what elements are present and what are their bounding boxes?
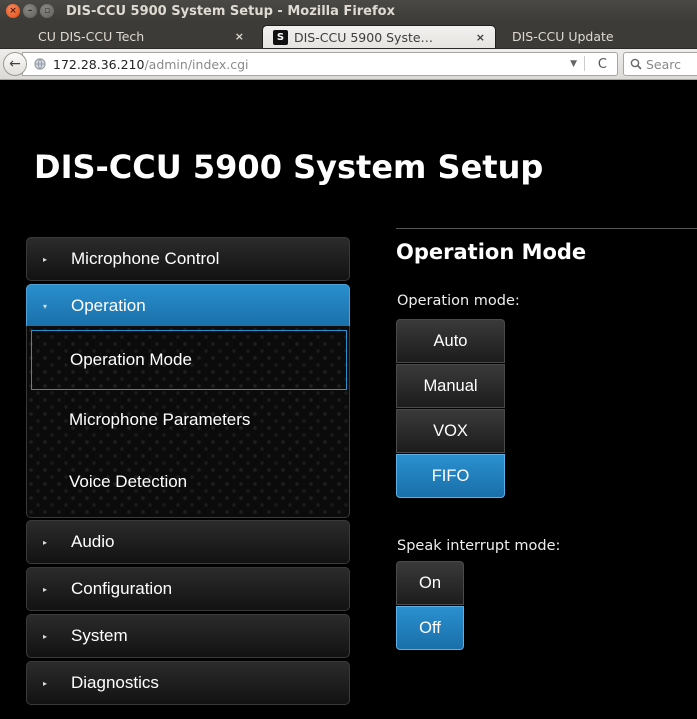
caret-right-icon: ▸ — [43, 678, 48, 688]
tab-close-icon[interactable]: × — [476, 31, 485, 44]
globe-icon — [33, 57, 47, 71]
section-divider — [396, 228, 697, 229]
sidebar-item-operation[interactable]: ▾ Operation — [26, 284, 350, 328]
window-minimize-button[interactable]: – — [23, 4, 37, 18]
back-button[interactable]: ← — [3, 52, 27, 76]
url-path: /admin/index.cgi — [144, 56, 249, 72]
sidebar-item-audio[interactable]: ▸ Audio — [26, 520, 350, 564]
page-content: DIS-CCU 5900 System Setup ▸ Microphone C… — [0, 80, 697, 719]
search-placeholder: Searc — [646, 56, 682, 72]
url-separator — [584, 56, 585, 71]
url-history-dropdown-icon[interactable]: ▼ — [570, 59, 577, 69]
url-host: 172.28.36.210 — [53, 56, 145, 72]
window-maximize-button[interactable]: ▫ — [40, 4, 54, 18]
tab-label: CU DIS-CCU Tech — [38, 29, 145, 44]
submenu-item-microphone-parameters[interactable]: Microphone Parameters — [31, 390, 347, 450]
sidebar-item-label: System — [71, 626, 128, 645]
tab-label: DIS-CCU Update — [512, 29, 614, 44]
submenu-item-label: Operation Mode — [70, 350, 192, 369]
operation-mode-label: Operation mode: — [397, 293, 520, 309]
section-title: Operation Mode — [396, 240, 587, 264]
operation-mode-auto-button[interactable]: Auto — [396, 319, 505, 363]
sidebar-item-system[interactable]: ▸ System — [26, 614, 350, 658]
caret-right-icon: ▸ — [43, 631, 48, 641]
caret-right-icon: ▸ — [43, 537, 48, 547]
speak-interrupt-off-button[interactable]: Off — [396, 606, 464, 650]
sidebar-item-label: Diagnostics — [71, 673, 159, 692]
url-bar[interactable]: 172.28.36.210 /admin/index.cgi ▼ C — [22, 52, 618, 76]
speak-interrupt-label: Speak interrupt mode: — [397, 538, 561, 554]
sidebar-item-label: Audio — [71, 532, 115, 551]
window-title: DIS-CCU 5900 System Setup - Mozilla Fire… — [66, 3, 395, 19]
sidebar-item-label: Configuration — [71, 579, 173, 598]
submenu-item-label: Microphone Parameters — [69, 410, 251, 429]
caret-right-icon: ▸ — [43, 584, 48, 594]
tab-label: DIS-CCU 5900 Syste… — [294, 29, 434, 45]
reload-icon[interactable]: C — [598, 57, 607, 72]
sidebar-item-microphone-control[interactable]: ▸ Microphone Control — [26, 237, 350, 281]
search-bar[interactable]: Searc — [623, 52, 697, 76]
caret-right-icon: ▸ — [43, 254, 48, 264]
window-controls: × – ▫ — [6, 4, 54, 18]
operation-submenu: Operation Mode Microphone Parameters Voi… — [26, 326, 350, 518]
submenu-item-voice-detection[interactable]: Voice Detection — [31, 452, 347, 512]
tab-strip: CU DIS-CCU Tech × S DIS-CCU 5900 Syste… … — [0, 22, 697, 49]
submenu-item-operation-mode[interactable]: Operation Mode — [31, 330, 347, 390]
operation-mode-vox-button[interactable]: VOX — [396, 409, 505, 453]
sidebar-item-label: Operation — [71, 296, 146, 315]
window-close-button[interactable]: × — [6, 4, 20, 18]
search-icon — [630, 58, 642, 70]
submenu-item-label: Voice Detection — [69, 472, 188, 491]
caret-down-icon: ▾ — [43, 301, 48, 311]
operation-mode-fifo-button[interactable]: FIFO — [396, 454, 505, 498]
site-favicon-icon: S — [273, 29, 288, 45]
sidebar-item-diagnostics[interactable]: ▸ Diagnostics — [26, 661, 350, 705]
page-title: DIS-CCU 5900 System Setup — [34, 148, 544, 186]
tab-system-setup[interactable]: S DIS-CCU 5900 Syste… × — [262, 25, 496, 48]
speak-interrupt-on-button[interactable]: On — [396, 561, 464, 605]
sidebar-item-configuration[interactable]: ▸ Configuration — [26, 567, 350, 611]
sidebar-item-label: Microphone Control — [71, 249, 220, 268]
tab-close-icon[interactable]: × — [235, 30, 244, 43]
tab-cu-dis-ccu-tech[interactable]: CU DIS-CCU Tech × — [38, 25, 250, 48]
operation-mode-manual-button[interactable]: Manual — [396, 364, 505, 408]
tab-dis-ccu-update[interactable]: DIS-CCU Update — [512, 25, 692, 48]
navigation-bar: 172.28.36.210 /admin/index.cgi ▼ C ← Sea… — [0, 49, 697, 80]
window-titlebar: × – ▫ DIS-CCU 5900 System Setup - Mozill… — [0, 0, 697, 22]
back-arrow-icon: ← — [9, 56, 21, 72]
